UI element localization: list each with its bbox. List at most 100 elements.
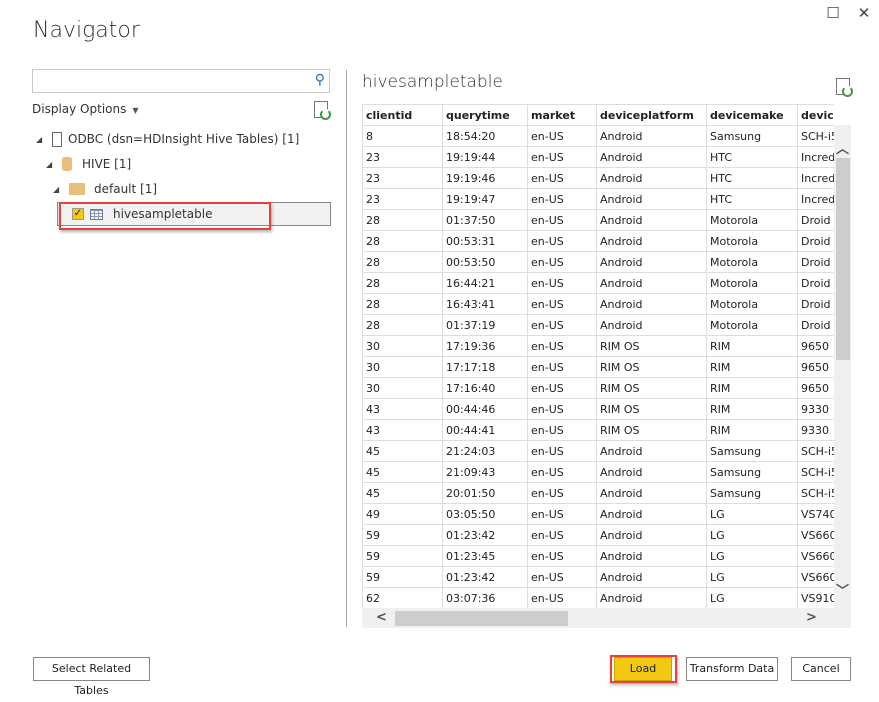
server-icon	[52, 131, 62, 147]
display-options-dropdown[interactable]: Display Options ▼	[32, 102, 139, 116]
scroll-left-icon[interactable]: <	[376, 610, 387, 625]
table-cell: Android	[596, 167, 707, 189]
table-cell: HTC	[706, 146, 798, 168]
table-row: 2816:44:21en-USAndroidMotorolaDroid X	[362, 272, 834, 294]
tree-node-odbc[interactable]: ◢ ODBC (dsn=HDInsight Hive Tables) [1]	[36, 129, 299, 149]
table-cell: HTC	[706, 167, 798, 189]
tree-node-hive[interactable]: ◢ HIVE [1]	[46, 154, 131, 174]
preview-title: hivesampletable	[362, 72, 503, 92]
table-cell: RIM	[706, 398, 798, 420]
search-input[interactable]	[33, 70, 303, 92]
table-cell: 30	[362, 356, 443, 378]
vertical-scroll-thumb[interactable]	[836, 158, 850, 360]
table-cell: 01:37:19	[442, 314, 528, 336]
table-cell: Android	[596, 440, 707, 462]
table-cell: en-US	[527, 314, 597, 336]
table-cell: 01:37:50	[442, 209, 528, 231]
scroll-right-icon[interactable]: >	[806, 610, 817, 625]
table-cell: en-US	[527, 461, 597, 483]
table-cell: 59	[362, 566, 443, 588]
table-cell: Samsung	[706, 440, 798, 462]
column-header[interactable]: querytime	[442, 104, 528, 126]
preview-table: clientid querytime market deviceplatform dev…	[362, 104, 834, 608]
table-cell: Motorola	[706, 230, 798, 252]
table-cell: en-US	[527, 503, 597, 525]
table-cell: 45	[362, 482, 443, 504]
table-cell: 23	[362, 167, 443, 189]
scroll-up-icon[interactable]: ︿	[836, 138, 849, 157]
table-cell: Incredible	[797, 146, 834, 168]
refresh-icon[interactable]	[314, 101, 331, 120]
dialog-title: Navigator	[33, 18, 140, 43]
column-header[interactable]: devicemodel	[797, 104, 834, 126]
table-cell: 00:53:50	[442, 251, 528, 273]
table-cell: 30	[362, 377, 443, 399]
table-cell: en-US	[527, 209, 597, 231]
table-cell: en-US	[527, 251, 597, 273]
table-cell: 01:23:42	[442, 566, 528, 588]
table-cell: VS740	[797, 503, 834, 525]
maximize-button[interactable]: ☐	[822, 2, 844, 24]
table-cell: HTC	[706, 188, 798, 210]
table-cell: VS660	[797, 545, 834, 567]
table-cell: en-US	[527, 188, 597, 210]
table-cell: 17:17:18	[442, 356, 528, 378]
table-cell: en-US	[527, 230, 597, 252]
table-cell: Android	[596, 461, 707, 483]
table-cell: Motorola	[706, 209, 798, 231]
search-box[interactable]: ⚲	[32, 69, 330, 93]
table-cell: en-US	[527, 377, 597, 399]
scroll-down-icon[interactable]: ﹀	[836, 580, 849, 599]
column-header[interactable]: market	[527, 104, 597, 126]
table-row: 818:54:20en-USAndroidSamsungSCH-i500	[362, 125, 834, 147]
expand-icon[interactable]: ◢	[53, 185, 63, 194]
close-button[interactable]: ✕	[853, 2, 875, 24]
table-row: 43 00:44:41 en-US RIM OS RIM 9330	[362, 419, 834, 441]
table-row: 43 00:44:46 en-US RIM OS RIM 9330	[362, 398, 834, 420]
table-cell: 9330	[797, 419, 834, 441]
table-cell: Android	[596, 251, 707, 273]
horizontal-scroll-thumb[interactable]	[395, 611, 568, 626]
table-cell: 28	[362, 251, 443, 273]
table-cell: 45	[362, 440, 443, 462]
table-cell: 9330	[797, 398, 834, 420]
column-header[interactable]: deviceplatform	[596, 104, 707, 126]
column-header[interactable]: devicemake	[706, 104, 798, 126]
table-cell: SCH-i500	[797, 440, 834, 462]
table-cell: en-US	[527, 587, 597, 608]
table-row: 30 17:17:18 en-US RIM OS RIM 9650	[362, 356, 834, 378]
table-cell: 19:19:44	[442, 146, 528, 168]
table-cell: 9650	[797, 377, 834, 399]
table-cell: 49	[362, 503, 443, 525]
table-cell: en-US	[527, 545, 597, 567]
table-cell: 01:23:45	[442, 545, 528, 567]
expand-icon[interactable]: ◢	[46, 160, 56, 169]
table-cell: LG	[706, 587, 798, 608]
table-cell: 43	[362, 398, 443, 420]
table-cell: 21:09:43	[442, 461, 528, 483]
pane-divider[interactable]	[346, 70, 347, 627]
table-cell: en-US	[527, 167, 597, 189]
transform-data-button[interactable]: Transform Data	[686, 657, 778, 681]
table-cell: 17:19:36	[442, 335, 528, 357]
table-cell: 19:19:46	[442, 167, 528, 189]
table-cell: 9650	[797, 335, 834, 357]
table-cell: Android	[596, 482, 707, 504]
table-cell: Motorola	[706, 251, 798, 273]
search-icon[interactable]: ⚲	[315, 72, 325, 88]
select-related-tables-button[interactable]: Select Related Tables	[33, 657, 150, 697]
tree-node-default[interactable]: ◢ default [1]	[53, 179, 157, 199]
table-cell: en-US	[527, 356, 597, 378]
table-cell: 28	[362, 230, 443, 252]
table-cell: en-US	[527, 398, 597, 420]
table-cell: RIM	[706, 335, 798, 357]
table-cell: en-US	[527, 419, 597, 441]
cancel-button[interactable]: Cancel	[791, 657, 851, 681]
column-header[interactable]: clientid	[362, 104, 443, 126]
table-cell: Android	[596, 146, 707, 168]
table-row: 2801:37:50en-USAndroidMotorolaDroid X	[362, 209, 834, 231]
refresh-preview-icon[interactable]	[836, 78, 853, 97]
table-cell: 28	[362, 209, 443, 231]
table-cell: en-US	[527, 125, 597, 147]
expand-icon[interactable]: ◢	[36, 135, 46, 144]
